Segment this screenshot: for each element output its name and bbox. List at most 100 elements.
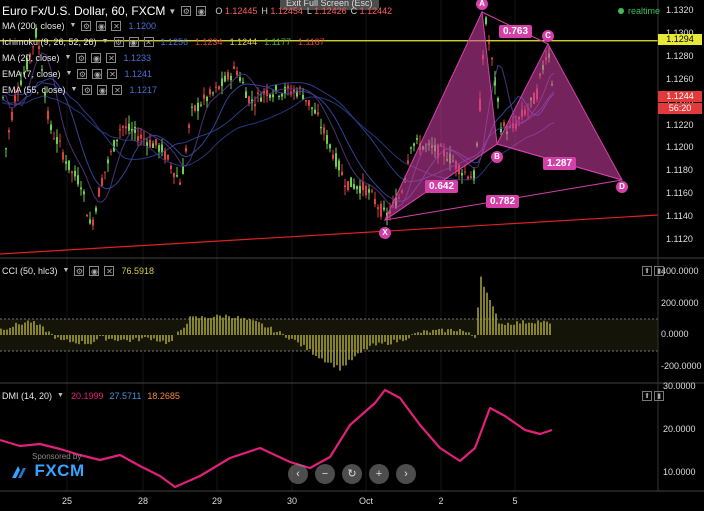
visibility-icon[interactable]: ◉ <box>96 20 107 31</box>
pane-up-icon[interactable]: ⬆ <box>642 391 652 401</box>
price-tag: 1.1244 <box>658 91 702 102</box>
pattern-point-d[interactable]: D <box>616 181 628 193</box>
cci-tick-label: 400.0000 <box>661 266 699 276</box>
scroll-right-button[interactable]: › <box>396 464 416 484</box>
indicator-value: 1.1233 <box>123 52 151 63</box>
pattern-point-c[interactable]: C <box>542 30 554 42</box>
cci-legend: CCI (50, hlc3) ▼ ⚙ ◉ ✕ 76.5918 <box>2 264 154 277</box>
pattern-ratio: 0.642 <box>425 180 459 193</box>
fxcm-logo-icon <box>12 465 26 478</box>
reset-button[interactable]: ↻ <box>342 464 362 484</box>
dmi-value: 18.2685 <box>147 390 180 401</box>
chevron-down-icon[interactable]: ▼ <box>168 7 176 16</box>
cci-value: 76.5918 <box>121 265 155 276</box>
indicator-name[interactable]: EMA (55, close) <box>2 85 66 95</box>
ohlc-readout: O 1.12445 H 1.12454 L 1.12426 C 1.12442 <box>215 6 396 16</box>
price-tick-label: 1.1220 <box>666 119 694 130</box>
pattern-ratio: 0.763 <box>499 25 533 38</box>
cci-tick-label: 200.0000 <box>661 298 699 308</box>
chevron-down-icon[interactable]: ▼ <box>66 70 73 77</box>
indicator-name[interactable]: MA (20, close) <box>2 53 60 63</box>
symbol-title[interactable]: Euro Fx/U.S. Dollar, 60, FXCM <box>2 4 165 18</box>
live-dot-icon <box>617 8 624 14</box>
close-icon[interactable]: ✕ <box>112 84 123 95</box>
chevron-down-icon[interactable]: ▼ <box>71 86 78 93</box>
price-tag: 1.1294 <box>658 34 702 45</box>
dmi-label[interactable]: DMI (14, 20) <box>2 391 52 401</box>
indicator-name[interactable]: MA (200, close) <box>2 21 65 31</box>
visibility-icon[interactable]: ◉ <box>128 36 139 47</box>
ohlc-value: 1.12442 <box>359 6 393 16</box>
visibility-icon[interactable]: ◉ <box>92 68 103 79</box>
settings-icon[interactable]: ⚙ <box>113 36 124 47</box>
scroll-left-button[interactable]: ‹ <box>288 464 308 484</box>
close-icon[interactable]: ✕ <box>107 68 118 79</box>
visibility-icon[interactable]: ◉ <box>97 84 108 95</box>
chevron-down-icon[interactable]: ▼ <box>57 392 64 399</box>
ohlc-key: O <box>215 6 225 16</box>
indicator-value: 1.1177 <box>264 36 291 47</box>
dmi-values: 20.1999 27.5711 18.2685 <box>71 391 186 401</box>
indicator-value: 1.1187 <box>297 36 325 47</box>
realtime-label: realtime <box>627 6 660 16</box>
close-icon[interactable]: ✕ <box>143 36 154 47</box>
price-tick-label: 1.1180 <box>666 165 693 176</box>
chevron-down-icon[interactable]: ▼ <box>70 22 77 29</box>
price-tick-label: 1.1260 <box>666 73 694 84</box>
time-tick-label: 25 <box>61 496 73 506</box>
pane-maximize-icon[interactable]: ▮ <box>654 266 664 276</box>
cci-tick-label: -200.0000 <box>661 361 702 371</box>
indicator-row: MA (200, close) ▼ ⚙ ◉ ✕ 1.1200 <box>2 19 156 32</box>
pattern-point-b[interactable]: B <box>491 151 503 163</box>
indicator-value: 1.1244 <box>229 36 258 47</box>
indicator-name[interactable]: Ichimoku (9, 26, 52, 26) <box>2 37 97 47</box>
price-tick-label: 1.1200 <box>666 142 694 153</box>
time-tick-label: 29 <box>211 496 223 506</box>
pane-maximize-icon[interactable]: ▮ <box>654 391 664 401</box>
close-icon[interactable]: ✕ <box>106 52 117 63</box>
indicator-value: 1.1200 <box>128 20 156 31</box>
ohlc-value: 1.12426 <box>314 6 347 16</box>
time-tick-label: 28 <box>137 496 149 506</box>
price-tick-label: 1.1280 <box>666 50 694 61</box>
pattern-ratio: 1.287 <box>543 157 577 170</box>
indicator-value: 1.1234 <box>195 36 223 47</box>
realtime-indicator: realtime <box>617 6 660 16</box>
settings-icon[interactable]: ⚙ <box>74 265 85 276</box>
close-icon[interactable]: ✕ <box>111 20 122 31</box>
settings-icon[interactable]: ⚙ <box>81 20 92 31</box>
chevron-down-icon[interactable]: ▼ <box>65 54 72 61</box>
dmi-tick-label: 20.0000 <box>663 424 696 434</box>
indicator-name[interactable]: EMA (7, close) <box>2 69 61 79</box>
visibility-icon[interactable]: ◉ <box>89 265 100 276</box>
cci-tick-label: 0.0000 <box>661 329 689 339</box>
sponsored-label: Sponsored by <box>32 452 82 461</box>
indicator-row: EMA (7, close) ▼ ⚙ ◉ ✕ 1.1241 <box>2 67 152 80</box>
dmi-tick-label: 30.0000 <box>663 381 696 391</box>
visibility-icon[interactable]: ◉ <box>91 52 102 63</box>
settings-icon[interactable]: ⚙ <box>77 68 88 79</box>
visibility-icon[interactable]: ◉ <box>196 6 207 16</box>
dmi-tick-label: 10.0000 <box>663 467 696 477</box>
ohlc-value: 1.12454 <box>270 6 303 16</box>
price-tag: 56:20 <box>658 103 702 114</box>
chevron-down-icon[interactable]: ▼ <box>63 267 70 274</box>
indicator-value: 1.1217 <box>129 84 157 95</box>
settings-icon[interactable]: ⚙ <box>76 52 87 63</box>
close-icon[interactable]: ✕ <box>104 265 115 276</box>
time-tick-label: Oct <box>358 496 374 506</box>
settings-icon[interactable]: ⚙ <box>181 6 192 16</box>
price-tick-label: 1.1120 <box>666 234 693 244</box>
pattern-point-x[interactable]: X <box>379 227 391 239</box>
chevron-down-icon[interactable]: ▼ <box>102 38 109 45</box>
time-tick-label: 5 <box>512 496 518 506</box>
zoom-out-button[interactable]: − <box>315 464 335 484</box>
pattern-ratio: 0.782 <box>486 195 520 208</box>
settings-icon[interactable]: ⚙ <box>82 84 93 95</box>
pane-up-icon[interactable]: ⬆ <box>642 266 652 276</box>
chart-title-row: Euro Fx/U.S. Dollar, 60, FXCM ▼ ⚙ ◉ O 1.… <box>2 4 396 18</box>
cci-label[interactable]: CCI (50, hlc3) <box>2 266 58 276</box>
indicator-row: EMA (55, close) ▼ ⚙ ◉ ✕ 1.1217 <box>2 83 157 96</box>
zoom-in-button[interactable]: + <box>369 464 389 484</box>
sponsor-logo[interactable]: Sponsored by FXCM <box>10 452 85 481</box>
